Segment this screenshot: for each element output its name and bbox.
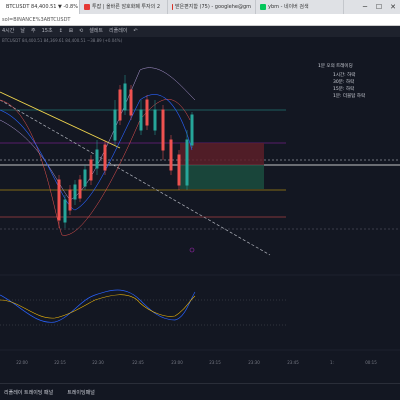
maximize-icon[interactable]: ☐ bbox=[372, 0, 386, 14]
profit-zone bbox=[180, 165, 264, 189]
browser-tab-3[interactable]: ybm - 네이버 검색 bbox=[256, 0, 344, 14]
indicators-icon[interactable]: ⊞ bbox=[69, 26, 73, 37]
tab-label: 투잡 | 올바른 암호화폐 투자의 2 bbox=[92, 4, 161, 10]
close-icon[interactable]: ✕ bbox=[386, 0, 400, 14]
alert-button[interactable]: 셀레트 bbox=[89, 26, 103, 37]
strategy-line-1m: 1분: 더블탑 하락 bbox=[333, 94, 366, 99]
window-controls: ─ ☐ ✕ bbox=[358, 0, 400, 14]
ohlc-legend: BTCUSDT 84,400.51 84,369.61 84,400.51 −3… bbox=[2, 38, 123, 43]
trading-panel-tab[interactable]: 트레이딩패널 bbox=[67, 389, 95, 396]
tab-favicon-icon bbox=[260, 4, 266, 10]
loss-zone bbox=[180, 143, 264, 165]
x-tick: 23:15 bbox=[209, 360, 221, 365]
strategy-title: 1분 오의 트레이딩 bbox=[318, 64, 353, 69]
strategy-line-1h: 1시간: 하락 bbox=[333, 73, 356, 78]
x-tick: 1: bbox=[330, 360, 334, 365]
timeframe-day[interactable]: 날 bbox=[20, 26, 25, 37]
strategy-line-15m: 15분: 하락 bbox=[333, 87, 355, 92]
minimize-icon[interactable]: ─ bbox=[358, 0, 372, 14]
browser-tab-bar: BTCUSDT 84,400.51 ▼ -0.8% 마. 투잡 | 올바른 암호… bbox=[0, 0, 400, 14]
bottom-panel-bar: 리플레이 트레이딩 패널 트레이딩패널 bbox=[0, 383, 400, 400]
x-tick: 23:45 bbox=[287, 360, 299, 365]
x-tick: 23:30 bbox=[248, 360, 260, 365]
browser-tab-0[interactable]: BTCUSDT 84,400.51 ▼ -0.8% 마. bbox=[0, 0, 80, 14]
x-tick: 23:00 bbox=[171, 360, 183, 365]
browser-tab-1[interactable]: 투잡 | 올바른 암호화폐 투자의 2 bbox=[80, 0, 168, 14]
alert-icon[interactable]: ⟲ bbox=[79, 26, 83, 37]
tab-favicon-icon bbox=[172, 4, 173, 10]
x-tick: 22:30 bbox=[92, 360, 104, 365]
x-tick: 22:15 bbox=[54, 360, 66, 365]
tab-label: ybm - 네이버 검색 bbox=[268, 4, 309, 10]
timeframe-15s[interactable]: 15초 bbox=[42, 26, 53, 37]
candles bbox=[57, 75, 194, 228]
replay-button[interactable]: 리플레이 bbox=[109, 26, 127, 37]
browser-tab-2[interactable]: 받은편지함 (75) - googlehe@gm bbox=[168, 0, 256, 14]
x-tick: 00:15 bbox=[365, 360, 377, 365]
address-bar[interactable]: sol=BINANCE%3ABTCUSDT bbox=[0, 14, 400, 26]
tab-label: 받은편지함 (75) - googlehe@gm bbox=[174, 4, 251, 10]
timeframe-week[interactable]: 주 bbox=[31, 26, 36, 37]
tab-favicon-icon bbox=[84, 4, 90, 10]
chart-type-icon[interactable]: ↕ bbox=[59, 26, 63, 37]
timeframe-4h[interactable]: 4시간 bbox=[2, 26, 14, 37]
replay-trading-panel-tab[interactable]: 리플레이 트레이딩 패널 bbox=[4, 389, 53, 396]
oscillator-line bbox=[0, 289, 196, 323]
chart-toolbar: 4시간 날 주 15초 ↕ ⊞ ⟲ 셀레트 리플레이 ↶ bbox=[0, 26, 400, 37]
x-tick: 22:45 bbox=[132, 360, 144, 365]
undo-icon[interactable]: ↶ bbox=[133, 26, 137, 37]
marker-icon[interactable] bbox=[189, 247, 195, 253]
strategy-line-30m: 30분: 하락 bbox=[333, 80, 355, 85]
tab-label: BTCUSDT 84,400.51 ▼ -0.8% 마. bbox=[6, 4, 80, 10]
x-tick: 22:00 bbox=[16, 360, 28, 365]
